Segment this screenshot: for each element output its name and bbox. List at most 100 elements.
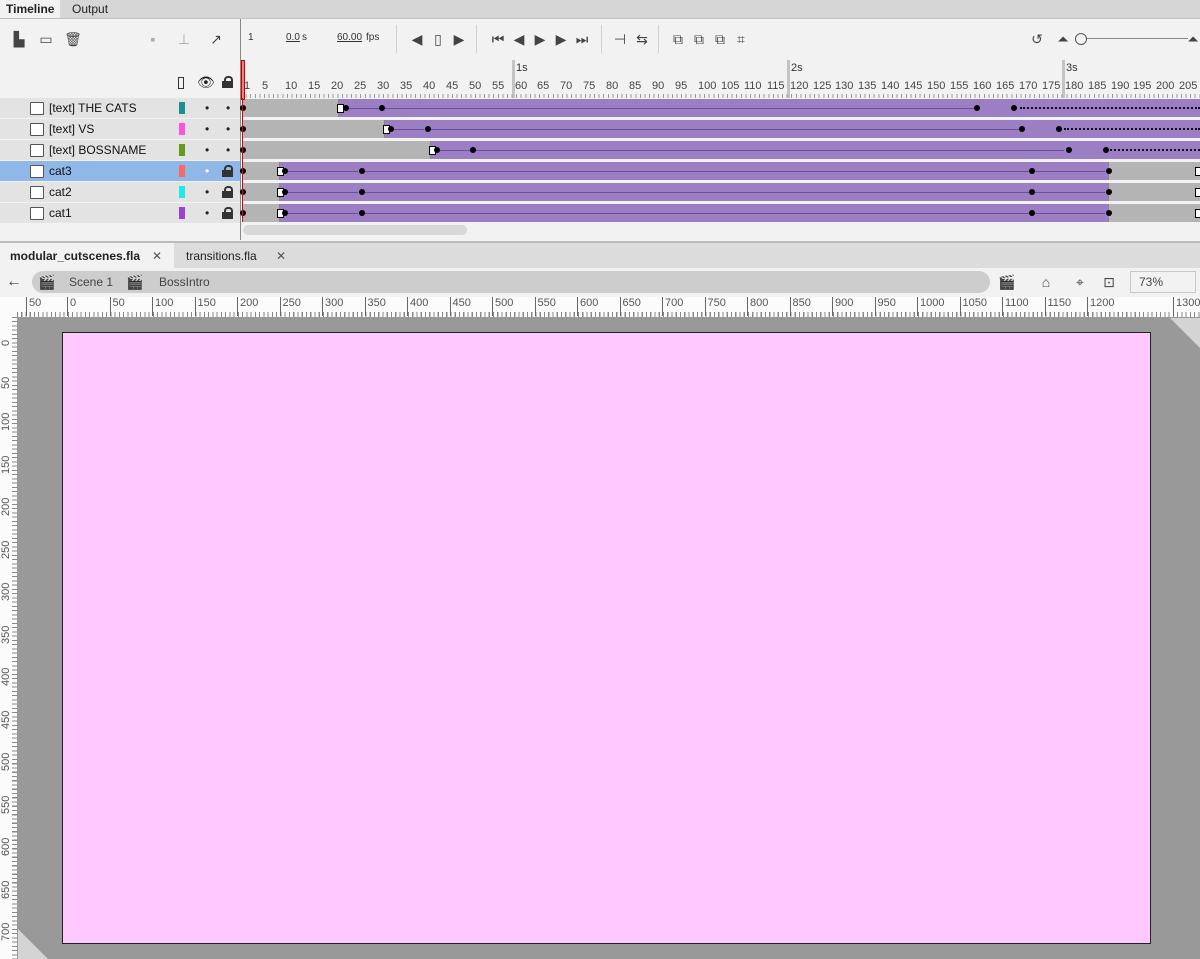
keyframe[interactable]	[1011, 105, 1017, 111]
keyframe[interactable]	[1195, 209, 1200, 218]
keyframe[interactable]	[240, 126, 246, 132]
breadcrumb-symbol[interactable]: BossIntro	[159, 271, 210, 293]
static-span[interactable]	[1108, 162, 1200, 180]
ruler-label: 100	[0, 412, 12, 431]
ruler-label: 900	[832, 297, 853, 316]
keyframe[interactable]	[240, 147, 246, 153]
keyframe[interactable]	[425, 126, 431, 132]
dotted-span	[1020, 107, 1200, 109]
keyframe[interactable]	[282, 189, 288, 195]
close-icon[interactable]: ✕	[152, 243, 162, 269]
vertical-ruler[interactable]: 0 50 100 150 200 250 300 350 400 450 500 550 600 650 7…	[0, 317, 18, 959]
frame-track[interactable]	[240, 140, 1200, 160]
static-span[interactable]	[242, 204, 280, 222]
keyframe[interactable]	[974, 105, 980, 111]
frame-tracks[interactable]	[0, 0, 1200, 240]
tween-arrow	[384, 108, 976, 109]
ruler-label: 0	[67, 297, 76, 316]
tween-arrow	[436, 150, 470, 151]
static-span[interactable]	[242, 99, 339, 117]
close-icon[interactable]: ✕	[276, 243, 286, 269]
zoom-dropdown[interactable]: 73%	[1130, 271, 1196, 293]
keyframe[interactable]	[1195, 167, 1200, 176]
static-span[interactable]	[242, 183, 280, 201]
keyframe[interactable]	[1029, 189, 1035, 195]
ruler-label: 250	[0, 540, 12, 559]
doc-tab-transitions[interactable]: transitions.fla	[186, 243, 257, 269]
keyframe[interactable]	[359, 168, 365, 174]
horizontal-ruler[interactable]: 50 0 50 100 150 200 250 300 350 400 450 500 550 600 65…	[17, 297, 1200, 318]
ruler-label: 400	[0, 667, 12, 686]
keyframe[interactable]	[359, 189, 365, 195]
breadcrumb: 🎬 Scene 1 🎬 BossIntro	[32, 271, 990, 293]
tween-arrow	[1035, 213, 1105, 214]
keyframe[interactable]	[240, 105, 246, 111]
static-span[interactable]	[242, 141, 431, 159]
tween-arrow	[364, 171, 1029, 172]
ruler-label: 600	[577, 297, 598, 316]
static-span[interactable]	[242, 162, 280, 180]
tween-arrow	[429, 129, 1019, 130]
static-span[interactable]	[242, 120, 385, 138]
ruler-label: 500	[0, 752, 12, 771]
timeline-scrollbar[interactable]	[243, 225, 467, 235]
breadcrumb-scene[interactable]: Scene 1	[69, 271, 113, 293]
edit-symbol-icon[interactable]: ⌂	[1037, 273, 1055, 291]
keyframe[interactable]	[1103, 147, 1109, 153]
keyframe[interactable]	[1106, 210, 1112, 216]
ruler-label: 100	[152, 297, 173, 316]
keyframe[interactable]	[1066, 147, 1072, 153]
ruler-label: 1050	[959, 297, 987, 316]
corner-fold	[1170, 318, 1200, 348]
keyframe[interactable]	[1106, 189, 1112, 195]
tween-arrow	[474, 150, 1064, 151]
keyframe[interactable]	[282, 210, 288, 216]
clip-stage-icon[interactable]: ⊡	[1100, 273, 1118, 291]
ruler-label: 150	[194, 297, 216, 316]
ruler-label: 800	[747, 297, 768, 316]
dotted-span	[1064, 128, 1200, 130]
keyframe[interactable]	[240, 168, 246, 174]
ruler-label: 200	[237, 297, 258, 316]
dotted-span	[1110, 149, 1200, 151]
static-span[interactable]	[1108, 183, 1200, 201]
keyframe[interactable]	[240, 210, 246, 216]
keyframe[interactable]	[379, 105, 385, 111]
keyframe[interactable]	[240, 189, 246, 195]
keyframe[interactable]	[1195, 188, 1200, 197]
keyframe[interactable]	[1029, 168, 1035, 174]
edit-bar: ← 🎬 Scene 1 🎬 BossIntro 🎬 ⌂ ⌖ ⊡ 73%	[0, 268, 1200, 297]
frame-track[interactable]	[240, 98, 1200, 118]
keyframe[interactable]	[1019, 126, 1025, 132]
static-span[interactable]	[1108, 204, 1200, 222]
ruler-label: 450	[449, 297, 471, 316]
stage[interactable]	[62, 332, 1151, 944]
ruler-label: 350	[364, 297, 386, 316]
keyframe[interactable]	[388, 126, 394, 132]
ruler-label: 500	[492, 297, 513, 316]
frame-track[interactable]	[240, 161, 1200, 181]
frame-track[interactable]	[240, 119, 1200, 139]
keyframe[interactable]	[434, 147, 440, 153]
keyframe[interactable]	[282, 168, 288, 174]
doc-tab-label[interactable]: modular_cutscenes.fla	[10, 249, 140, 263]
ruler-label: 1300	[1173, 297, 1200, 316]
keyframe[interactable]	[470, 147, 476, 153]
ruler-label: 650	[619, 297, 641, 316]
center-stage-icon[interactable]: ⌖	[1071, 273, 1089, 291]
back-arrow-icon[interactable]: ←	[5, 273, 23, 291]
doc-tab-modular-cutscenes[interactable]: modular_cutscenes.fla	[0, 243, 174, 269]
keyframe[interactable]	[1056, 126, 1062, 132]
frame-track[interactable]	[240, 182, 1200, 202]
ruler-label: 1200	[1087, 297, 1114, 316]
playhead[interactable]	[241, 60, 245, 100]
ruler-label: 200	[0, 497, 12, 516]
keyframe[interactable]	[359, 210, 365, 216]
ruler-label: 600	[0, 837, 12, 856]
keyframe[interactable]	[1106, 168, 1112, 174]
doc-tab-label[interactable]: transitions.fla	[186, 249, 257, 263]
keyframe[interactable]	[343, 105, 349, 111]
frame-track[interactable]	[240, 203, 1200, 223]
keyframe[interactable]	[1029, 210, 1035, 216]
edit-scene-icon[interactable]: 🎬	[998, 273, 1016, 291]
